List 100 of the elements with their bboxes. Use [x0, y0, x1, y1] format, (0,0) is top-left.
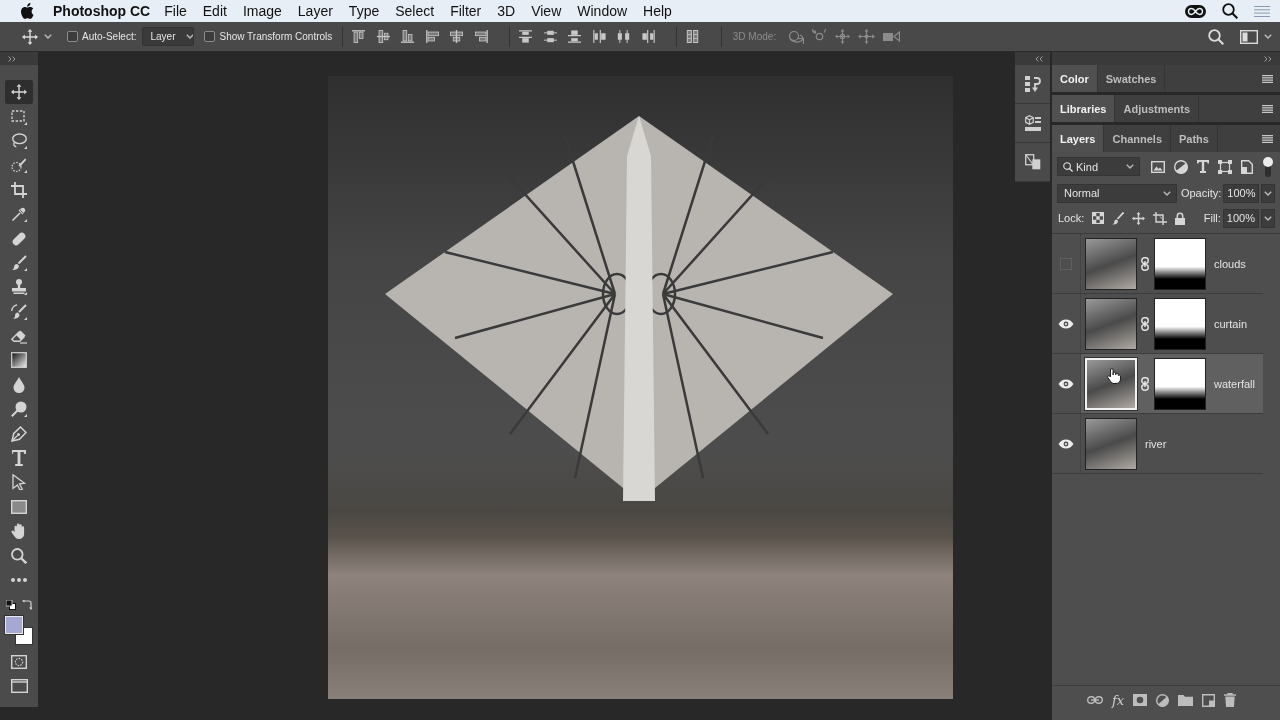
link-icon[interactable] — [1141, 376, 1149, 391]
overlapping-pages-icon[interactable] — [1024, 154, 1041, 170]
distribute-bottom-icon[interactable] — [568, 30, 582, 43]
menu-item[interactable]: Layer — [297, 3, 333, 19]
fill-dropdown-button[interactable] — [1261, 208, 1275, 228]
pan-icon[interactable] — [835, 29, 851, 44]
layer-row[interactable]: river — [1081, 414, 1263, 473]
menu-item[interactable]: File — [164, 3, 187, 19]
distribute-top-icon[interactable] — [519, 30, 533, 43]
fill-field[interactable]: 100% — [1222, 208, 1259, 228]
menu-item[interactable]: View — [531, 3, 562, 19]
caret-icon[interactable] — [44, 34, 52, 39]
distribute-right-icon[interactable] — [641, 30, 655, 43]
trash-icon[interactable] — [1224, 693, 1237, 707]
eye-icon[interactable] — [1058, 438, 1074, 449]
foreground-color-swatch[interactable] — [5, 616, 23, 635]
panel-tab[interactable]: Swatches — [1097, 65, 1166, 92]
panel-layout-icon[interactable] — [1240, 29, 1258, 44]
creative-cloud-icon[interactable] — [1185, 4, 1206, 18]
mask-thumbnail[interactable] — [1154, 357, 1206, 410]
panel-tab[interactable]: Adjustments — [1115, 95, 1200, 122]
apple-icon[interactable] — [20, 3, 34, 19]
panel-tab[interactable]: Color — [1052, 65, 1098, 92]
transform-icon[interactable] — [1218, 159, 1232, 174]
effects-button[interactable]: fx — [1112, 692, 1125, 708]
menu-item[interactable]: Image — [242, 3, 282, 19]
mask-thumbnail[interactable] — [1154, 297, 1206, 350]
quick-mask-icon[interactable] — [11, 655, 27, 670]
opacity-field[interactable]: 100% — [1223, 183, 1260, 203]
orbit-icon[interactable] — [788, 29, 805, 44]
move-icon[interactable] — [22, 28, 38, 45]
brush-icon[interactable] — [1112, 211, 1125, 225]
menu-item[interactable]: Select — [395, 3, 435, 19]
checkbox[interactable] — [204, 31, 216, 42]
lock-icon[interactable] — [1175, 211, 1186, 225]
filter-toggle-switch[interactable] — [1263, 156, 1273, 177]
align-left-icon[interactable] — [425, 30, 439, 43]
link-icon[interactable] — [1141, 316, 1149, 331]
default-colors-icon[interactable] — [6, 600, 16, 611]
auto-select-dropdown[interactable]: Layer — [142, 27, 195, 46]
menu-icon[interactable] — [1262, 134, 1273, 143]
auto-align-icon[interactable] — [686, 30, 700, 43]
layer-row[interactable]: waterfall — [1081, 354, 1263, 413]
layer-thumbnail[interactable] — [1085, 297, 1137, 350]
type-filter-icon[interactable] — [1197, 160, 1209, 173]
search-icon[interactable] — [1222, 3, 1238, 19]
caret-icon[interactable] — [1264, 34, 1272, 39]
distribute-horizontal-centers-icon[interactable] — [617, 30, 631, 43]
align-horizontal-centers-icon[interactable] — [450, 30, 464, 43]
distribute-left-icon[interactable] — [592, 30, 606, 43]
double-chevron-icon[interactable] — [1035, 55, 1043, 62]
eye-icon[interactable] — [1058, 378, 1074, 389]
mask-icon[interactable] — [1133, 694, 1148, 706]
link-icon[interactable] — [1087, 696, 1103, 704]
menu-icon[interactable] — [1262, 74, 1273, 83]
tool-button[interactable] — [5, 80, 33, 105]
opacity-dropdown-button[interactable] — [1261, 183, 1275, 203]
layer-thumbnail[interactable] — [1085, 417, 1137, 470]
document-icon[interactable] — [1241, 159, 1253, 174]
video-camera-icon[interactable] — [883, 31, 901, 42]
new-page-icon[interactable] — [1202, 693, 1216, 707]
panel-tab[interactable]: Layers — [1052, 125, 1105, 152]
menu-item[interactable]: 3D — [497, 3, 516, 19]
align-bottom-icon[interactable] — [401, 30, 415, 43]
align-right-icon[interactable] — [474, 30, 488, 43]
cube-list-icon[interactable] — [1024, 115, 1041, 131]
blend-mode-dropdown[interactable]: Normal — [1057, 183, 1177, 203]
menu-item[interactable]: Help — [643, 3, 672, 19]
search-icon[interactable] — [1208, 28, 1224, 45]
layer-row[interactable]: clouds — [1081, 234, 1263, 293]
eye-icon[interactable] — [1058, 318, 1074, 329]
half-circle-icon[interactable] — [1156, 693, 1170, 707]
align-vertical-centers-icon[interactable] — [376, 30, 390, 43]
checkerboard-icon[interactable] — [1092, 212, 1105, 224]
menu-item[interactable]: Filter — [450, 3, 482, 19]
menu-item[interactable]: Window — [577, 3, 628, 19]
half-circle-icon[interactable] — [1174, 159, 1188, 174]
swap-colors-icon[interactable] — [22, 600, 32, 611]
screen-mode-icon[interactable] — [10, 679, 28, 694]
align-top-icon[interactable] — [352, 30, 366, 43]
crop-frame-icon[interactable] — [1153, 211, 1168, 225]
slide-icon[interactable] — [858, 29, 876, 44]
layer-row[interactable]: curtain — [1081, 294, 1263, 353]
distribute-vertical-centers-icon[interactable] — [543, 30, 557, 43]
layer-thumbnail[interactable] — [1085, 237, 1137, 290]
double-chevron-icon[interactable] — [1264, 55, 1272, 62]
double-chevron-icon[interactable] — [8, 55, 16, 62]
menu-item[interactable]: Type — [348, 3, 380, 19]
folder-icon[interactable] — [1178, 694, 1194, 706]
checkbox[interactable] — [67, 31, 78, 42]
move-icon[interactable] — [1132, 211, 1146, 225]
menu-icon[interactable] — [1262, 104, 1273, 113]
list-curved-arrow-icon[interactable] — [1024, 76, 1041, 92]
filter-dropdown[interactable]: Kind — [1057, 157, 1140, 176]
menu-item[interactable]: Edit — [202, 3, 227, 19]
image-filter-icon[interactable] — [1151, 160, 1165, 173]
app-menu[interactable]: Photoshop CC — [53, 3, 151, 19]
panel-tab[interactable]: Libraries — [1052, 95, 1116, 122]
mask-thumbnail[interactable] — [1154, 237, 1206, 290]
link-icon[interactable] — [1141, 256, 1149, 271]
